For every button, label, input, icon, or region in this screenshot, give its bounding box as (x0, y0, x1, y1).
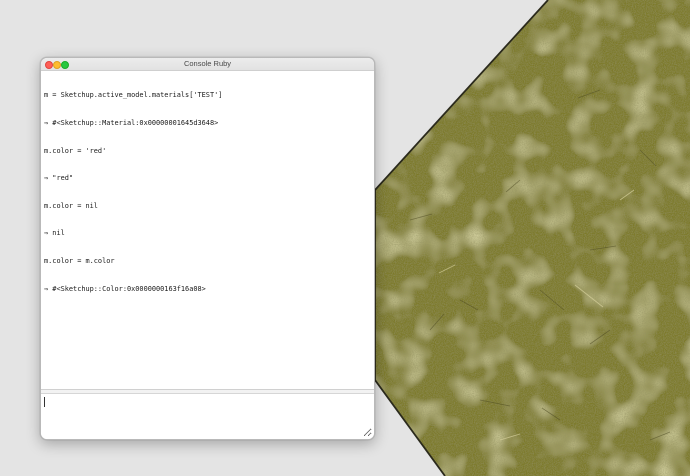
console-output-pane[interactable]: m = Sketchup.active_model.materials['TES… (41, 71, 374, 390)
console-line: ⇒ nil (44, 229, 65, 238)
console-output-lines: m = Sketchup.active_model.materials['TES… (41, 71, 374, 312)
ruby-console-window[interactable]: Console Ruby m = Sketchup.active_model.m… (40, 57, 375, 440)
console-line: m.color = 'red' (44, 146, 107, 155)
text-caret (44, 397, 45, 407)
ruby-command-input[interactable] (43, 395, 372, 437)
window-title: Console Ruby (183, 59, 232, 68)
window-titlebar[interactable]: Console Ruby (41, 58, 374, 71)
console-line: m.color = nil (44, 201, 98, 210)
console-input-pane[interactable] (41, 394, 374, 439)
console-line: m.color = m.color (44, 257, 115, 266)
console-line: ⇒ #<Sketchup::Material:0x00000001645d364… (44, 119, 219, 128)
console-line: m = Sketchup.active_model.materials['TES… (44, 91, 223, 100)
console-line: ⇒ "red" (44, 174, 74, 183)
console-line: ⇒ #<Sketchup::Color:0x0000000163f16a08> (44, 284, 206, 293)
